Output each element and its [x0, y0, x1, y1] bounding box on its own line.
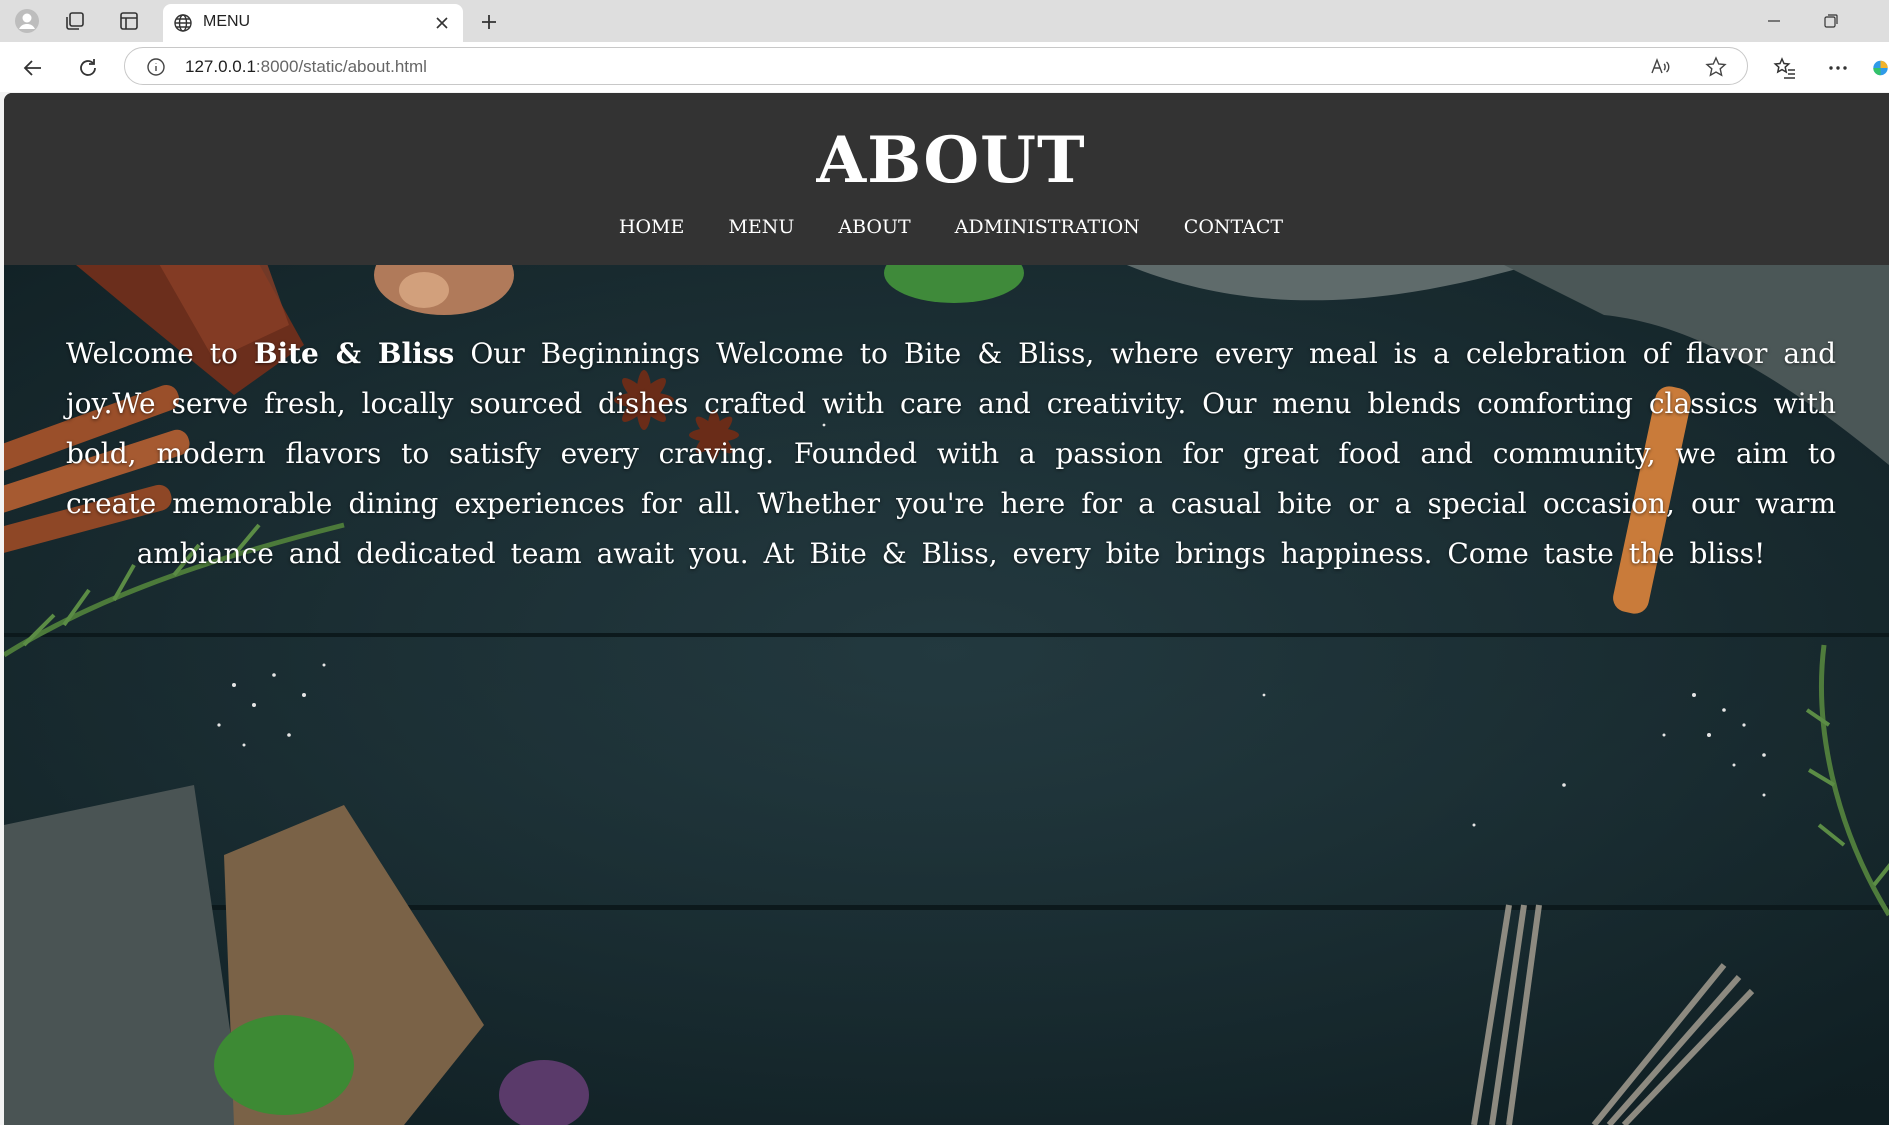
- tab-actions-icon[interactable]: [114, 7, 144, 35]
- browser-toolbar: 127.0.0.1:8000/static/about.html: [0, 42, 1889, 92]
- globe-icon: [173, 13, 193, 37]
- close-tab-icon[interactable]: [431, 12, 453, 34]
- site-header: ABOUT HOME MENU ABOUT ADMINISTRATION CON…: [4, 93, 1889, 265]
- about-hero: Welcome to Bite & Bliss Our Beginnings W…: [4, 265, 1889, 1125]
- profile-icon[interactable]: [12, 7, 42, 35]
- nav-administration-link[interactable]: ADMINISTRATION: [955, 216, 1140, 238]
- page-viewport: ABOUT HOME MENU ABOUT ADMINISTRATION CON…: [4, 93, 1889, 1125]
- read-aloud-icon[interactable]: [1647, 54, 1673, 80]
- about-paragraph: Welcome to Bite & Bliss Our Beginnings W…: [66, 329, 1836, 579]
- favorites-list-icon[interactable]: [1770, 53, 1800, 83]
- address-bar[interactable]: 127.0.0.1:8000/static/about.html: [124, 47, 1748, 85]
- back-icon[interactable]: [18, 53, 48, 83]
- new-tab-icon[interactable]: [475, 8, 503, 36]
- copilot-icon[interactable]: [1872, 53, 1889, 83]
- brand-name: Bite & Bliss: [253, 337, 455, 370]
- about-body-text: Our Beginnings Welcome to Bite & Bliss, …: [66, 337, 1837, 570]
- favorite-star-icon[interactable]: [1703, 54, 1729, 80]
- browser-tab-bar: MENU: [0, 0, 1889, 42]
- nav-menu-link[interactable]: MENU: [728, 216, 794, 238]
- restore-icon[interactable]: [1811, 8, 1851, 34]
- collections-icon[interactable]: [60, 7, 90, 35]
- url-text[interactable]: 127.0.0.1:8000/static/about.html: [185, 57, 427, 77]
- nav-about-link[interactable]: ABOUT: [838, 216, 910, 238]
- main-nav: HOME MENU ABOUT ADMINISTRATION CONTACT: [4, 216, 1889, 238]
- minimize-icon[interactable]: [1754, 8, 1794, 34]
- reload-icon[interactable]: [73, 53, 103, 83]
- page-title: ABOUT: [816, 123, 1086, 198]
- browser-tab[interactable]: MENU: [163, 4, 463, 42]
- intro-prefix: Welcome to: [66, 337, 254, 370]
- tab-title: MENU: [203, 13, 251, 30]
- more-options-icon[interactable]: [1823, 53, 1853, 83]
- site-info-icon[interactable]: [143, 54, 169, 80]
- nav-home-link[interactable]: HOME: [619, 216, 684, 238]
- nav-contact-link[interactable]: CONTACT: [1184, 216, 1283, 238]
